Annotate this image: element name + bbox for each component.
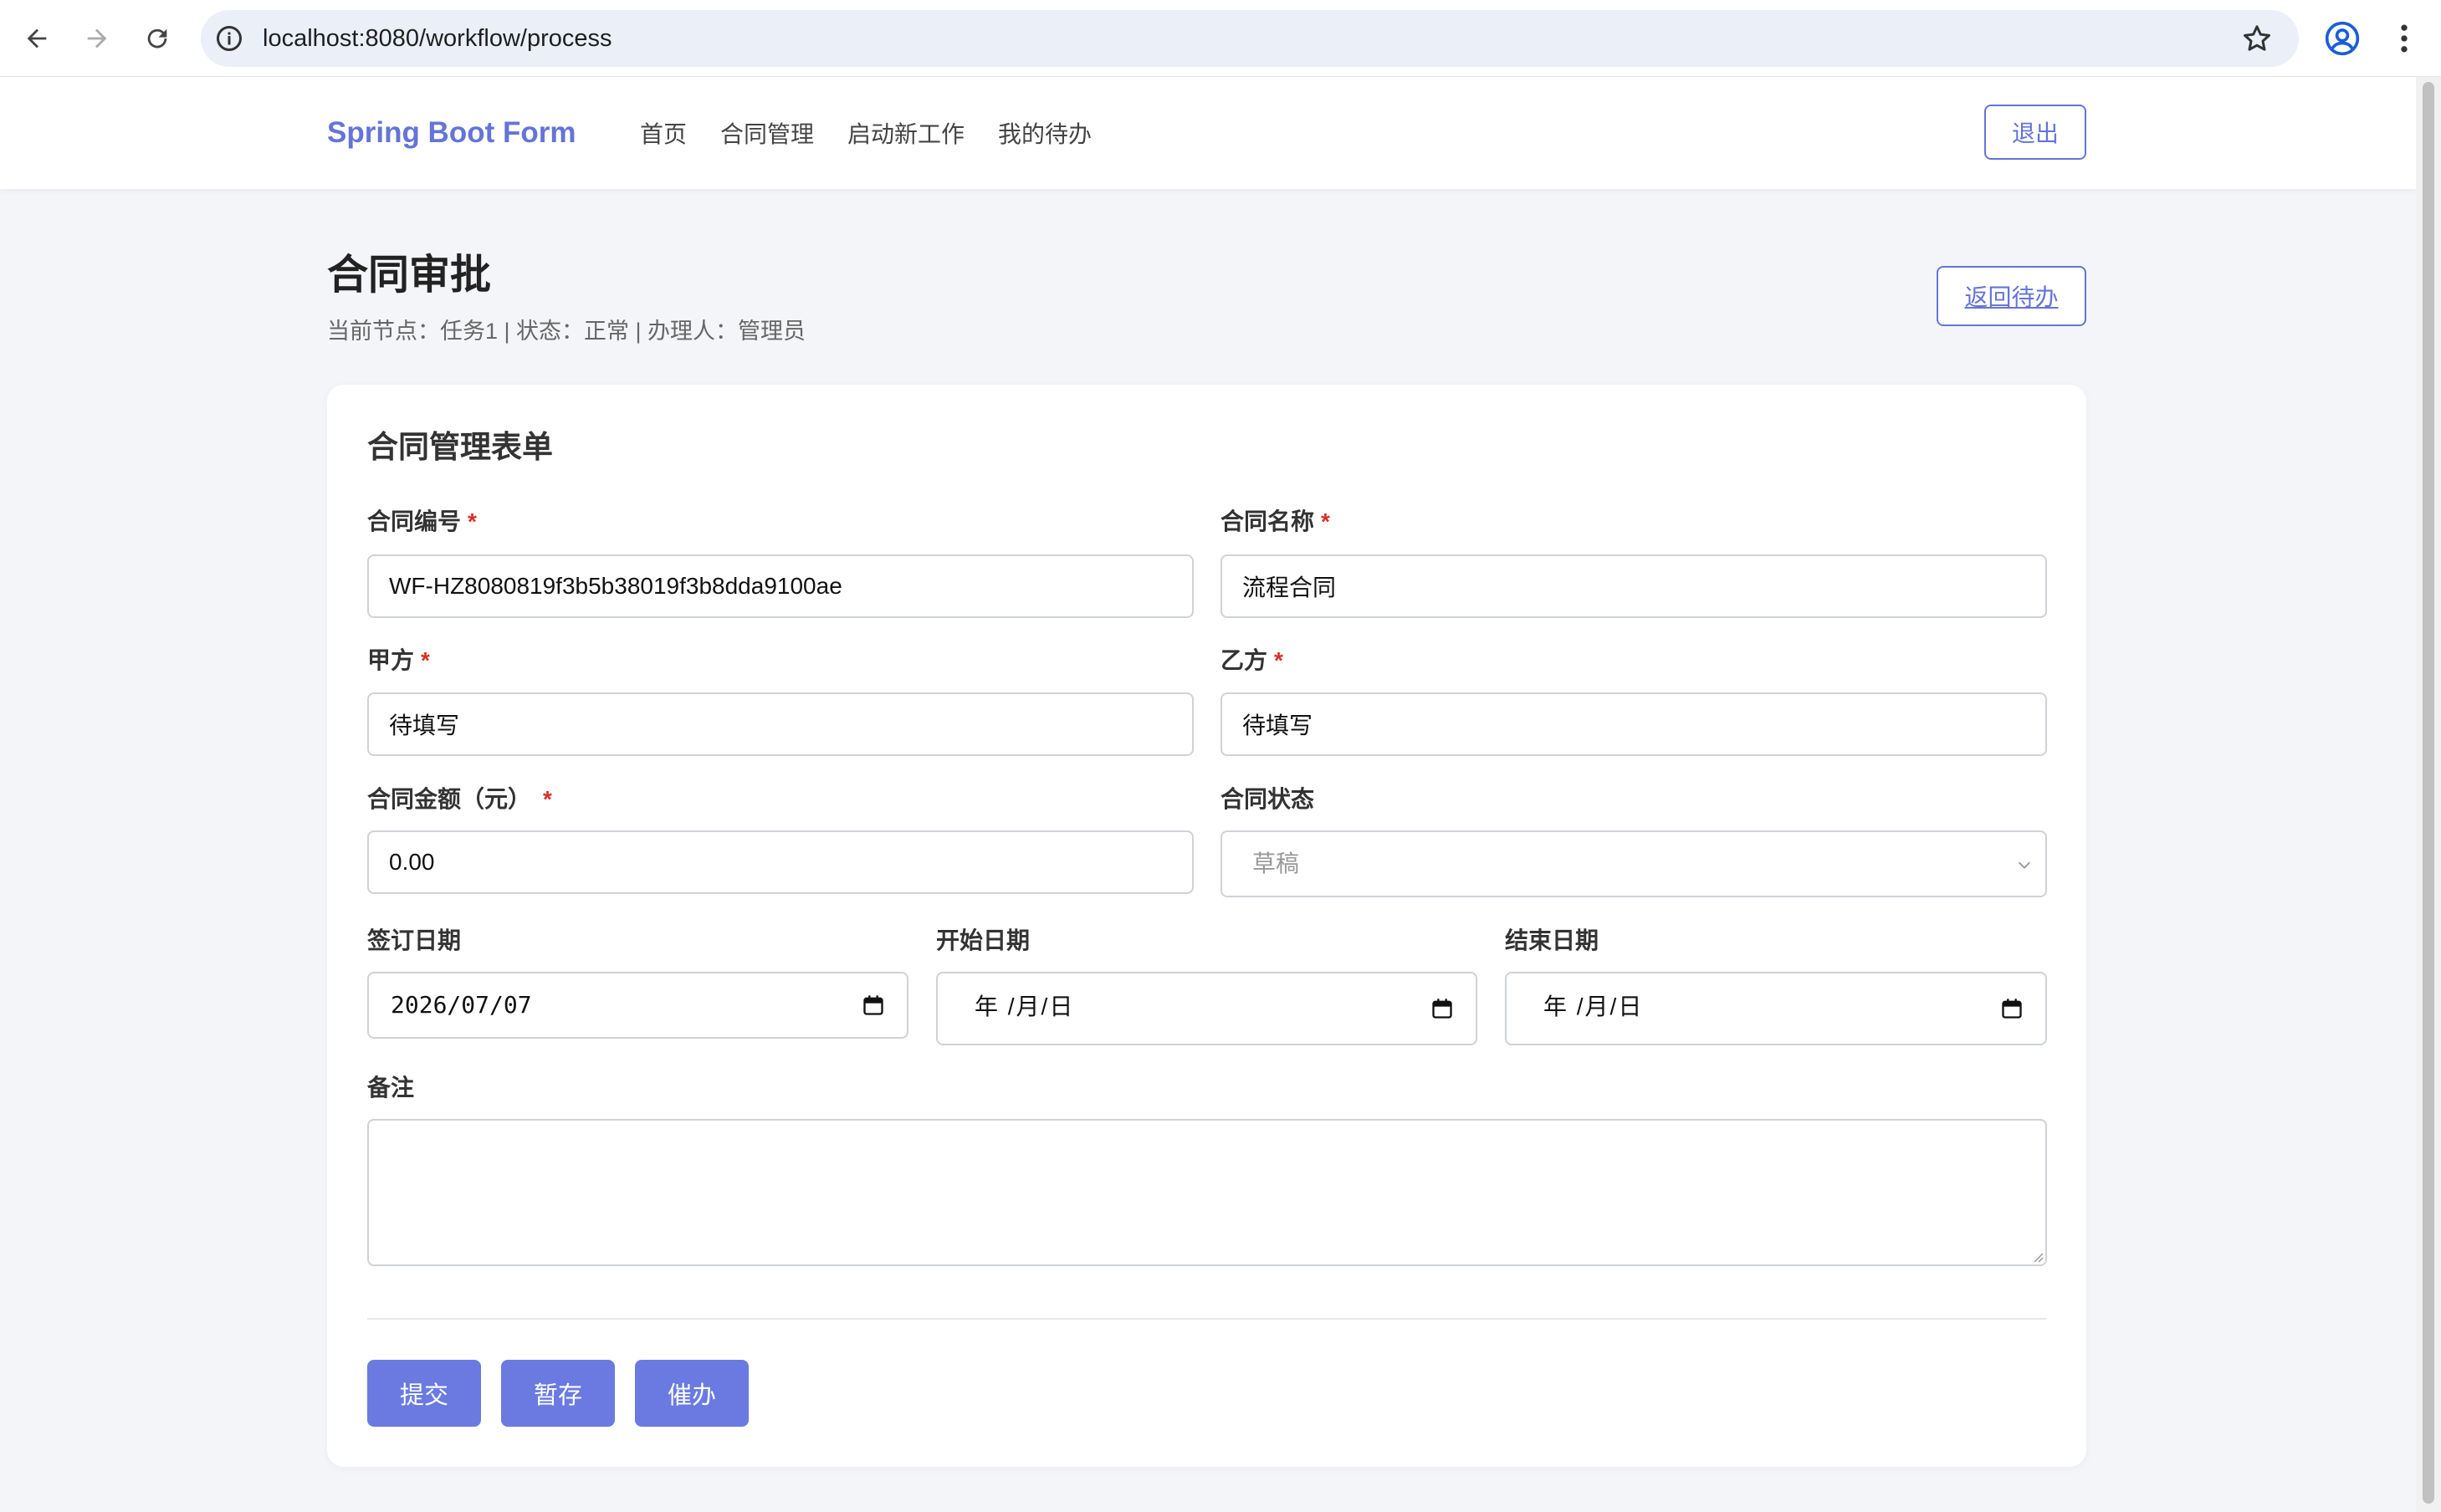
browser-menu-icon[interactable]	[2386, 20, 2423, 57]
profile-icon[interactable]	[2324, 20, 2361, 57]
back-arrow-icon[interactable]	[17, 18, 57, 59]
back-to-todo-button[interactable]: 返回待办	[1937, 266, 2086, 326]
main-nav: 首页 合同管理 启动新工作 我的待办	[640, 77, 1125, 189]
form-divider	[367, 1318, 2046, 1320]
remark-textarea[interactable]	[367, 1119, 2047, 1266]
save-draft-button[interactable]: 暂存	[501, 1360, 615, 1427]
contract-name-label-text: 合同名称	[1220, 508, 1315, 534]
reload-icon[interactable]	[137, 18, 177, 59]
amount-label: 合同金额（元） *	[367, 784, 552, 815]
contract-no-label-text: 合同编号	[367, 508, 462, 534]
contract-name-label: 合同名称 *	[1220, 507, 1330, 537]
resize-handle-icon[interactable]	[2030, 1249, 2044, 1263]
sign-date-input[interactable]: 2026/07/07	[367, 972, 908, 1039]
required-mark: *	[421, 647, 430, 673]
party-b-label-text: 乙方	[1220, 647, 1268, 673]
status-label-text: 合同状态	[1220, 786, 1315, 812]
app-header: Spring Boot Form 首页 合同管理 启动新工作 我的待办 退出	[0, 77, 2416, 189]
nav-contract-management[interactable]: 合同管理	[720, 116, 814, 150]
sign-date-value: 2026/07/07	[391, 991, 532, 1019]
contract-name-input[interactable]	[1220, 554, 2047, 618]
end-date-input[interactable]: 年 /月/日	[1505, 972, 2047, 1045]
party-b-input[interactable]	[1220, 692, 2047, 756]
form-card: 合同管理表单 合同编号* 合同名称* 甲方* 乙方* 合同金额（元）* 合同状态…	[327, 385, 2086, 1467]
scrollbar-thumb[interactable]	[2423, 82, 2434, 1504]
logout-button[interactable]: 退出	[1984, 105, 2086, 160]
required-mark: *	[468, 508, 477, 534]
party-a-label-text: 甲方	[367, 647, 415, 673]
remark-label: 备注	[367, 1075, 415, 1101]
party-b-label: 乙方 *	[1220, 646, 1283, 676]
required-mark: *	[1274, 647, 1283, 673]
chevron-down-icon	[2018, 861, 2031, 869]
page-scrollbar[interactable]	[2416, 77, 2441, 1512]
nav-my-todo[interactable]: 我的待办	[998, 116, 1092, 150]
nav-start-new-work[interactable]: 启动新工作	[847, 116, 965, 150]
urge-button[interactable]: 催办	[635, 1360, 749, 1427]
nav-home[interactable]: 首页	[640, 116, 687, 150]
status-select-value: 草稿	[1252, 850, 1300, 876]
bookmark-star-icon[interactable]	[2240, 22, 2274, 55]
site-info-icon[interactable]	[214, 23, 244, 54]
start-date-placeholder: 年 /月/日	[975, 994, 1075, 1019]
end-date-placeholder: 年 /月/日	[1543, 994, 1644, 1019]
calendar-icon[interactable]	[2000, 997, 2024, 1020]
status-select[interactable]: 草稿	[1220, 830, 2047, 897]
address-bar[interactable]: localhost:8080/workflow/process	[201, 10, 2299, 67]
amount-label-text: 合同金额（元）	[367, 786, 532, 812]
url-text[interactable]: localhost:8080/workflow/process	[263, 10, 612, 67]
start-date-label: 开始日期	[936, 927, 1031, 953]
amount-input[interactable]	[367, 830, 1194, 894]
required-mark: *	[543, 786, 552, 812]
contract-no-label: 合同编号 *	[367, 507, 477, 537]
contract-no-input[interactable]	[367, 554, 1194, 618]
calendar-icon[interactable]	[862, 994, 885, 1017]
required-mark: *	[1321, 508, 1330, 534]
forward-arrow-icon[interactable]	[77, 18, 117, 59]
page-title: 合同审批	[327, 253, 492, 298]
brand-logo[interactable]: Spring Boot Form	[327, 77, 576, 189]
end-date-label: 结束日期	[1505, 927, 1599, 953]
status-label: 合同状态	[1220, 784, 1314, 815]
party-a-input[interactable]	[367, 692, 1194, 756]
browser-toolbar: localhost:8080/workflow/process	[0, 0, 2441, 77]
page-subtitle: 当前节点：任务1 | 状态：正常 | 办理人：管理员	[327, 319, 806, 344]
calendar-icon[interactable]	[1430, 997, 1454, 1020]
sign-date-label: 签订日期	[367, 927, 462, 953]
form-title: 合同管理表单	[367, 430, 553, 464]
submit-button[interactable]: 提交	[367, 1360, 481, 1427]
party-a-label: 甲方 *	[367, 646, 430, 676]
start-date-input[interactable]: 年 /月/日	[936, 972, 1477, 1045]
